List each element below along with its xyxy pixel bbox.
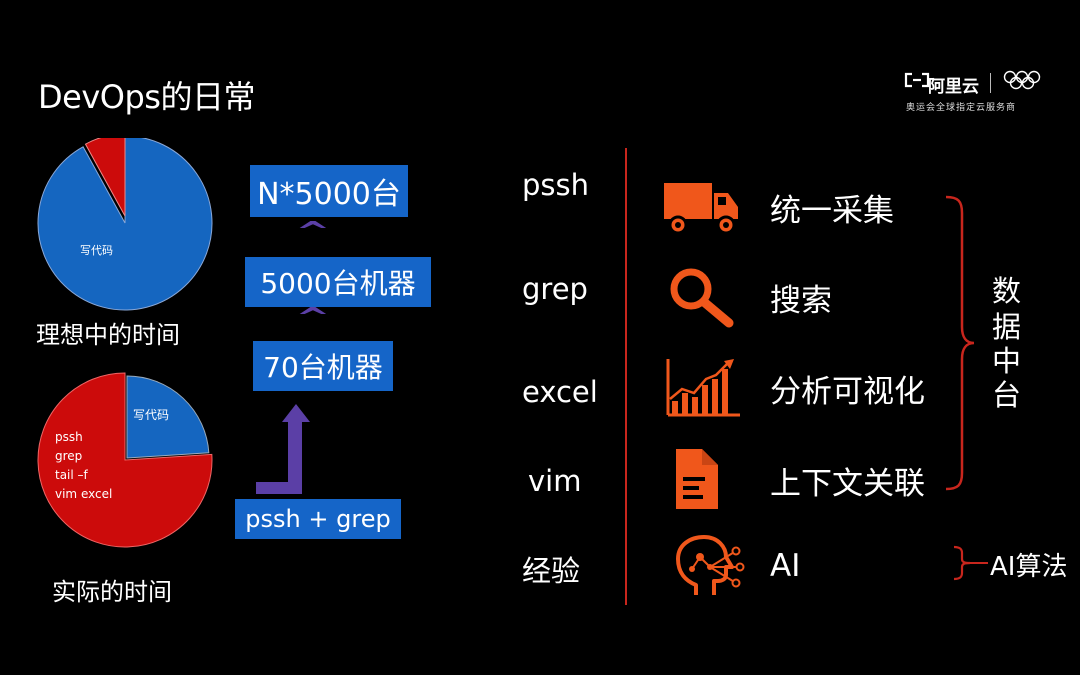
truck-icon (664, 183, 738, 235)
ai-head-icon (676, 535, 745, 595)
feature-search: 搜索 (770, 283, 832, 319)
tool-grep: grep (522, 272, 588, 306)
chevron-up-icon: ^ (295, 217, 331, 247)
pie-tool-line: tail –f (55, 468, 88, 482)
feature-visualization: 分析可视化 (770, 374, 925, 410)
pie-tool-line: vim excel (55, 487, 113, 501)
pie-label-code: 写代码 (133, 408, 170, 422)
curly-bracket-icon (945, 195, 975, 491)
group-label-char: 台 (992, 378, 1022, 412)
document-icon (676, 449, 718, 509)
pie-tool-line: grep (55, 449, 83, 463)
tool-experience: 经验 (522, 554, 581, 588)
logo-subtitle: 奥运会全球指定云服务商 (906, 103, 1017, 113)
logo-divider (990, 73, 991, 93)
curly-bracket-icon (953, 545, 988, 581)
divider-line (625, 148, 627, 605)
ideal-time-caption: 理想中的时间 (36, 321, 180, 349)
ideal-time-pie (37, 138, 213, 311)
scale-box-pssh-grep: pssh + grep (235, 499, 401, 539)
scale-box-n5000: N*5000台 (250, 165, 408, 217)
pie-label-tools: pssh grep tail –f vim excel (55, 428, 112, 504)
feature-collect: 统一采集 (770, 193, 894, 229)
chart-icon (666, 359, 740, 417)
ai-algorithm-label: AI算法 (990, 552, 1068, 582)
feature-ai: AI (770, 548, 801, 584)
logo-name: 阿里云 (928, 77, 979, 97)
actual-time-caption: 实际的时间 (52, 578, 172, 606)
chevron-up-icon: ^ (295, 303, 331, 333)
feature-context: 上下文关联 (770, 466, 925, 502)
scale-box-5000: 5000台机器 (245, 257, 431, 307)
tool-vim: vim (528, 464, 582, 498)
tool-excel: excel (522, 375, 598, 409)
arrow-up-icon (256, 404, 310, 494)
tool-pssh: pssh (522, 168, 590, 202)
scale-box-70: 70台机器 (253, 341, 393, 391)
page-title: DevOps的日常 (38, 78, 255, 116)
pie-label-code: 写代码 (80, 244, 113, 257)
pie-tool-line: pssh (55, 430, 83, 444)
search-icon (670, 268, 734, 328)
